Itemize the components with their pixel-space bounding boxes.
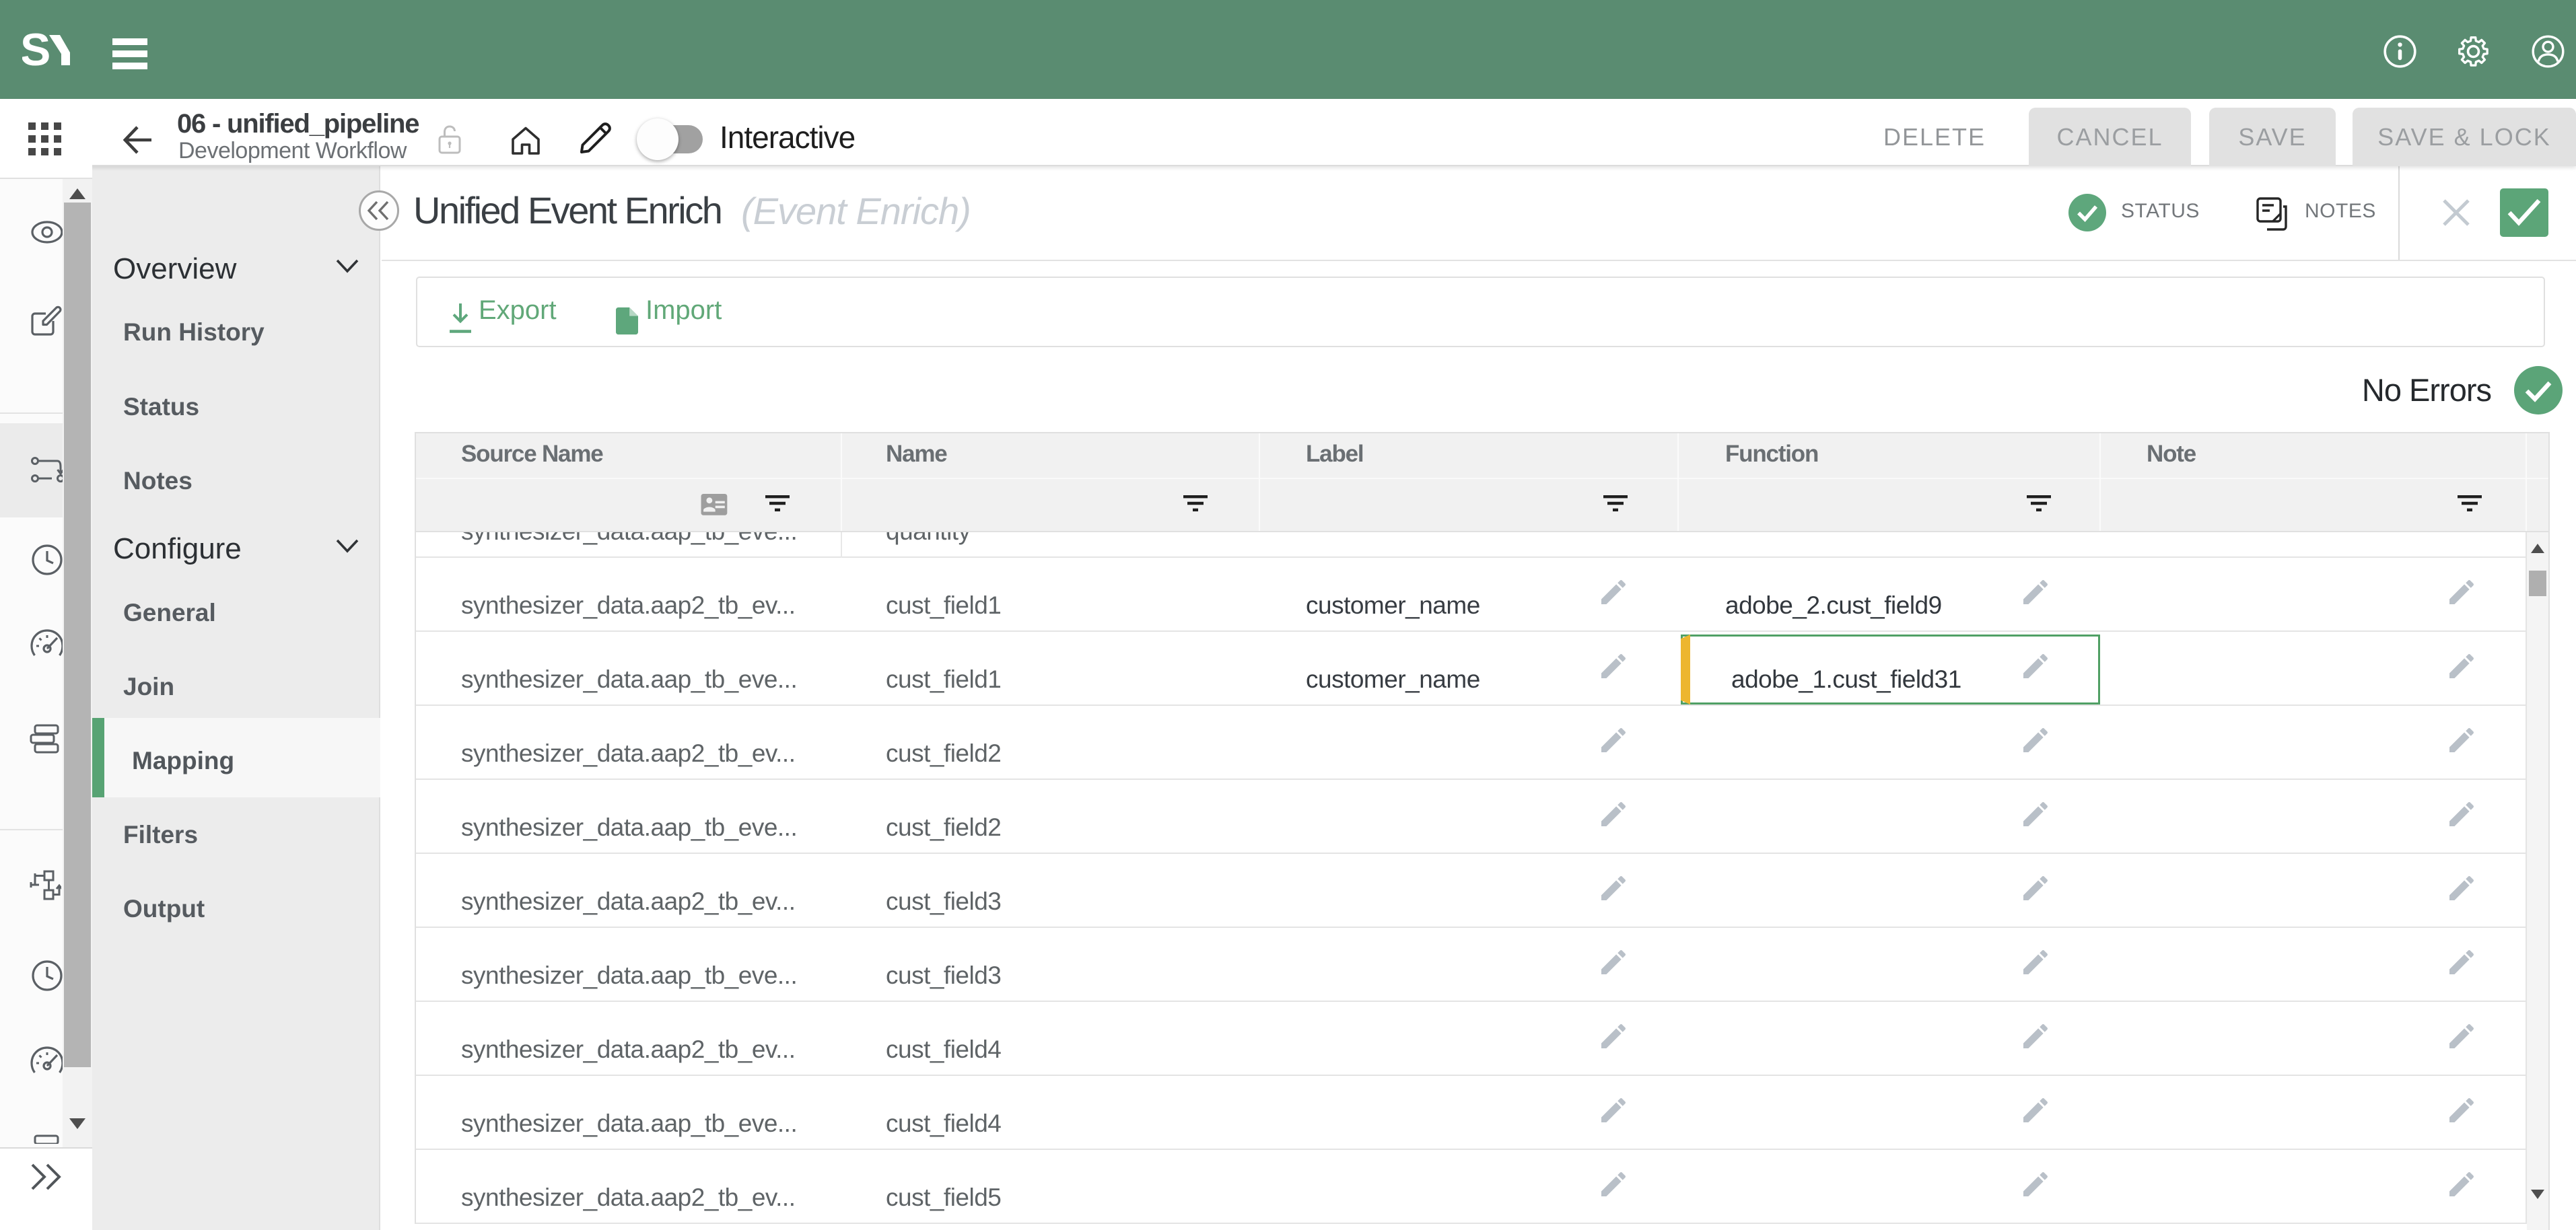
svg-text:S: S [22,27,50,69]
